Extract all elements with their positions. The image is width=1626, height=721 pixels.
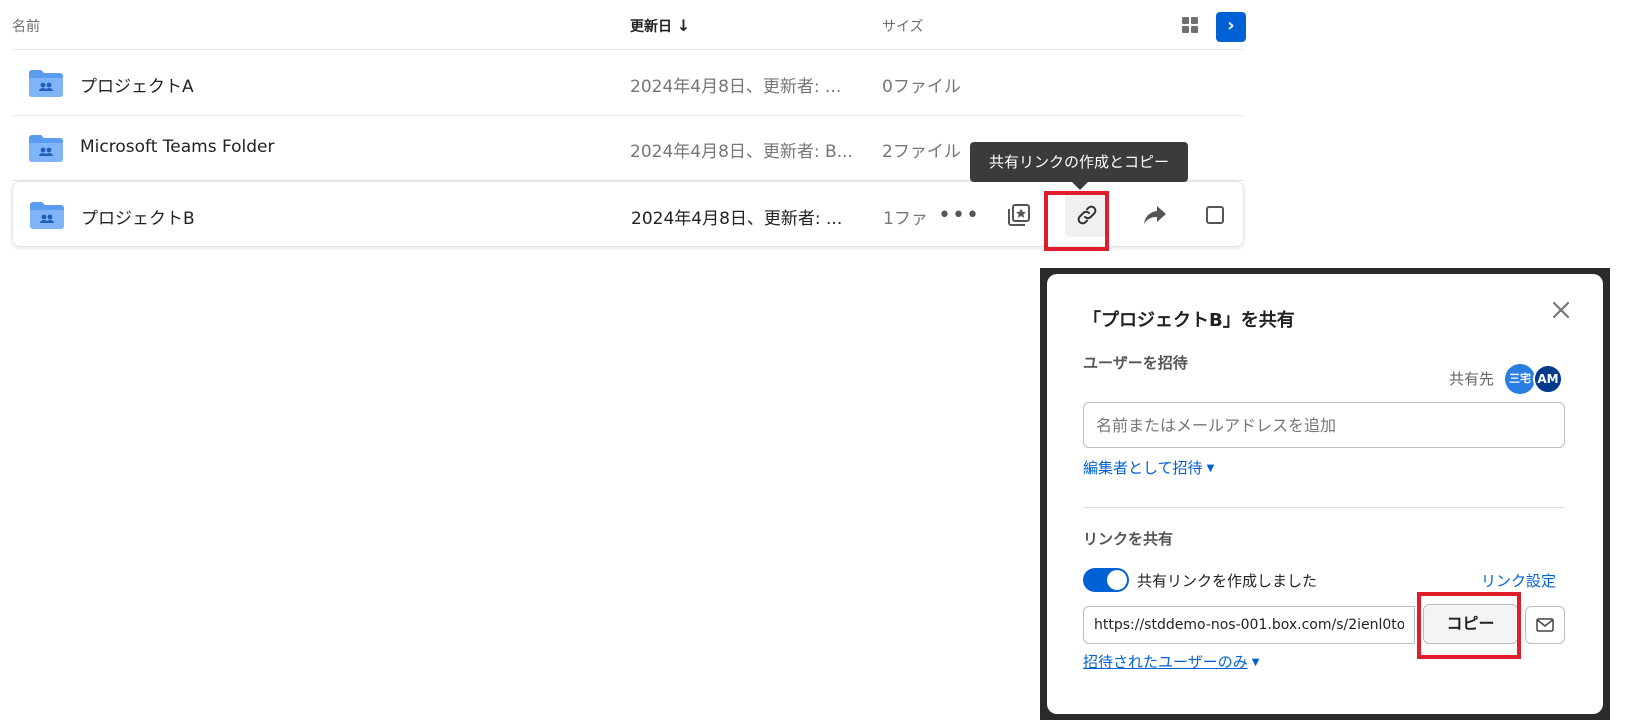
shared-link-toggle[interactable] bbox=[1083, 568, 1129, 592]
chevron-right-icon: › bbox=[1227, 15, 1235, 36]
invite-role-label: 編集者として招待 bbox=[1083, 459, 1203, 477]
folder-name[interactable]: Microsoft Teams Folder bbox=[80, 137, 275, 157]
tooltip: 共有リンクの作成とコピー bbox=[970, 142, 1188, 190]
shared-link-url-field[interactable] bbox=[1083, 606, 1415, 644]
modified-date: 2024年4月8日、更新者: ... bbox=[631, 209, 843, 229]
table-row[interactable]: プロジェクトA 2024年4月8日、更新者: ... 0ファイル bbox=[12, 50, 1244, 116]
folder-name[interactable]: プロジェクトB bbox=[81, 204, 195, 229]
sort-down-icon: ↓ bbox=[676, 16, 691, 35]
shared-with-label: 共有先 bbox=[1449, 370, 1495, 388]
copy-button[interactable]: コピー bbox=[1423, 604, 1518, 644]
link-settings-link[interactable]: リンク設定 bbox=[1481, 570, 1556, 591]
collection-star-icon bbox=[1008, 204, 1030, 226]
caret-down-icon: ▼ bbox=[1206, 463, 1215, 474]
invite-input[interactable] bbox=[1083, 402, 1565, 448]
avatar[interactable]: AM bbox=[1533, 364, 1563, 394]
list-header: 名前 更新日 ↓ サイズ › bbox=[12, 0, 1246, 50]
caret-down-icon: ▼ bbox=[1251, 657, 1260, 668]
date-column-header[interactable]: 更新日 ↓ bbox=[630, 16, 690, 36]
avatar[interactable]: 三宅 bbox=[1505, 364, 1535, 394]
add-to-collection-button[interactable] bbox=[1001, 197, 1037, 233]
shared-folder-icon bbox=[30, 202, 64, 229]
invite-section-title: ユーザーを招待 bbox=[1083, 354, 1188, 372]
close-icon[interactable] bbox=[1549, 298, 1573, 322]
mail-icon bbox=[1536, 618, 1554, 632]
item-size: 0ファイル bbox=[882, 77, 961, 97]
select-checkbox[interactable] bbox=[1197, 197, 1233, 233]
access-level-dropdown[interactable]: 招待されたユーザーのみ ▼ bbox=[1083, 651, 1259, 672]
shared-folder-icon bbox=[29, 70, 63, 97]
link-icon bbox=[1077, 205, 1097, 225]
share-arrow-icon bbox=[1144, 206, 1166, 224]
create-shared-link-button[interactable] bbox=[1065, 193, 1109, 237]
grid-view-icon[interactable] bbox=[1182, 17, 1198, 33]
toggle-label: 共有リンクを作成しました bbox=[1137, 572, 1318, 590]
share-button[interactable] bbox=[1137, 197, 1173, 233]
size-column-header[interactable]: サイズ bbox=[882, 16, 924, 36]
expand-sidebar-button[interactable]: › bbox=[1216, 12, 1246, 42]
shared-folder-icon bbox=[29, 135, 63, 162]
modified-date: 2024年4月8日、更新者: ... bbox=[630, 77, 842, 97]
share-modal: 「プロジェクトB」を共有 ユーザーを招待 共有先 三宅 AM 編集者として招待▼… bbox=[1047, 274, 1603, 714]
access-level-label: 招待されたユーザーのみ bbox=[1083, 653, 1248, 671]
modal-title: 「プロジェクトB」を共有 bbox=[1083, 310, 1295, 331]
toggle-knob bbox=[1107, 570, 1127, 590]
email-link-button[interactable] bbox=[1525, 606, 1565, 644]
more-options-button[interactable]: ••• bbox=[938, 197, 980, 233]
ellipsis-icon: ••• bbox=[938, 202, 980, 228]
item-size: 1ファ bbox=[883, 209, 928, 229]
checkbox-box bbox=[1206, 206, 1224, 224]
link-section-title: リンクを共有 bbox=[1083, 530, 1174, 548]
item-size: 2ファイル bbox=[882, 142, 961, 162]
table-row-selected[interactable]: プロジェクトB 2024年4月8日、更新者: ... 1ファ ••• bbox=[12, 181, 1244, 247]
invite-role-dropdown[interactable]: 編集者として招待 ▼ bbox=[1083, 457, 1214, 478]
date-column-label: 更新日 bbox=[630, 19, 672, 35]
folder-name[interactable]: プロジェクトA bbox=[80, 72, 194, 97]
divider bbox=[1083, 507, 1565, 508]
name-column-header[interactable]: 名前 bbox=[12, 16, 40, 36]
modified-date: 2024年4月8日、更新者: B... bbox=[630, 142, 853, 162]
